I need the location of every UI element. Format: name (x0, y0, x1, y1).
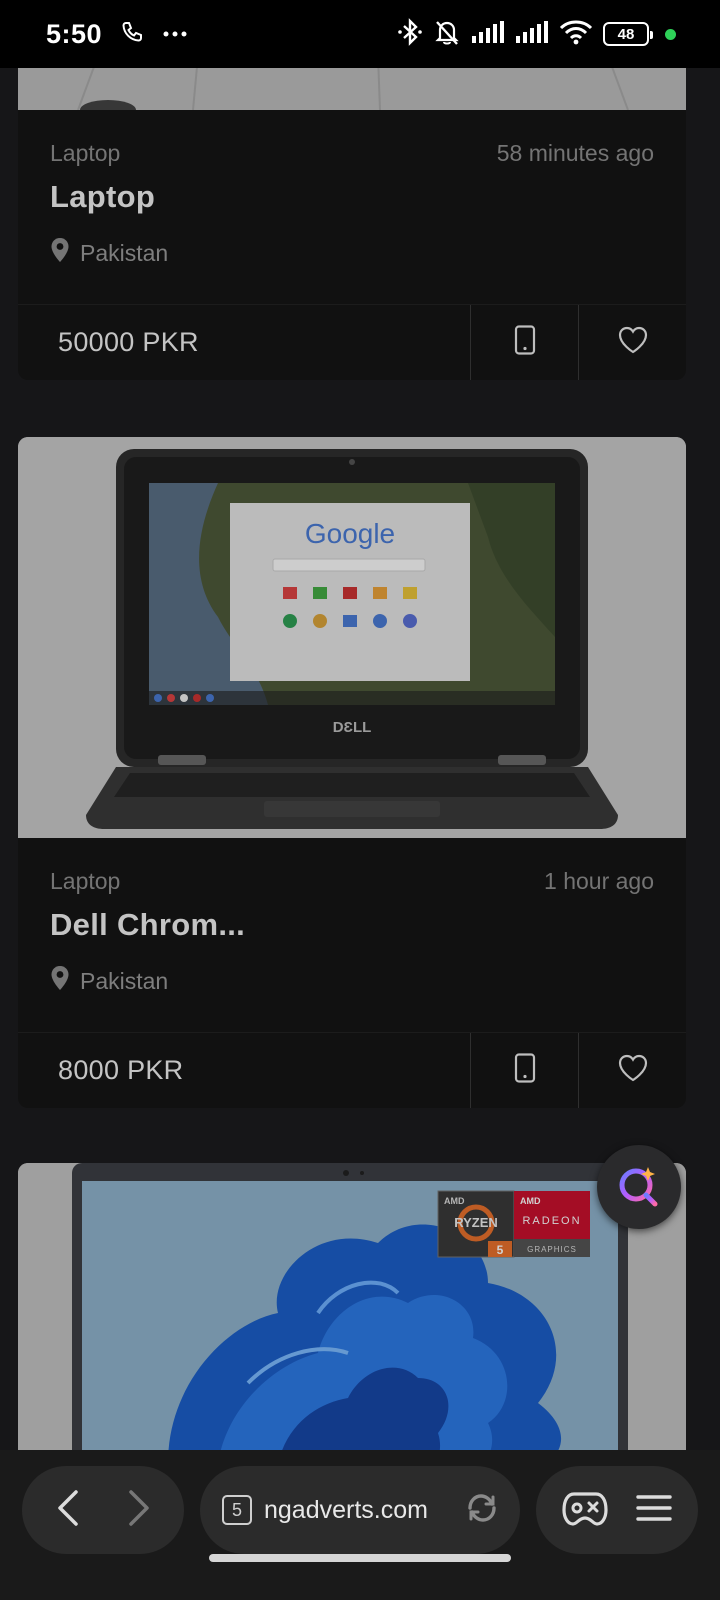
signal-icon (515, 20, 549, 49)
listing-title[interactable]: Dell Chrom... (50, 907, 654, 943)
ryzen-label: RYZEN (454, 1215, 498, 1230)
listing-time: 1 hour ago (544, 868, 654, 894)
location-pin-icon (50, 965, 70, 997)
graphics-label: GRAPHICS (527, 1245, 577, 1254)
status-bar: 5:50 48 (0, 0, 720, 68)
reload-icon[interactable] (466, 1492, 498, 1529)
signal-icon (471, 20, 505, 49)
listing-category: Laptop (50, 140, 121, 166)
amd-label: AMD (444, 1196, 465, 1206)
ai-search-button[interactable] (597, 1145, 681, 1229)
wifi-icon (559, 19, 593, 50)
ai-search-icon (615, 1161, 663, 1214)
mobile-phone-icon (514, 325, 536, 360)
more-icon (162, 25, 188, 43)
favorite-button[interactable] (578, 305, 686, 380)
listing-card[interactable]: AMD RYZEN 5 AMD RADEON GRAPHICS (18, 1163, 686, 1450)
game-controller-icon[interactable] (561, 1488, 608, 1533)
favorite-button[interactable] (578, 1033, 686, 1108)
battery-icon: 48 (603, 22, 653, 46)
brand-logo: DƐLL (333, 719, 372, 736)
hamburger-menu-icon[interactable] (635, 1492, 673, 1529)
listing-title[interactable]: Laptop (50, 179, 654, 215)
ryzen-series: 5 (497, 1243, 504, 1257)
menu-controls (536, 1466, 698, 1554)
call-button[interactable] (470, 305, 578, 380)
listing-info: Laptop 58 minutes ago Laptop Pakistan (18, 110, 686, 304)
listing-price: 50000 PKR (58, 327, 199, 357)
bluetooth-icon (397, 17, 423, 51)
navigation-controls (22, 1466, 184, 1554)
call-button[interactable] (470, 1033, 578, 1108)
screen-logo-text: Google (305, 518, 395, 549)
heart-icon (618, 1054, 648, 1087)
phone-icon (120, 20, 144, 49)
radeon-label: RADEON (522, 1215, 581, 1227)
listing-card[interactable]: Laptop 58 minutes ago Laptop Pakistan 50… (18, 68, 686, 380)
listings-feed[interactable]: Laptop 58 minutes ago Laptop Pakistan 50… (0, 68, 720, 1450)
home-indicator[interactable] (209, 1554, 511, 1562)
status-time: 5:50 (46, 18, 103, 49)
listing-footer: 8000 PKR (18, 1032, 686, 1108)
listing-price: 8000 PKR (58, 1055, 184, 1085)
privacy-indicator-dot (665, 28, 676, 40)
location-pin-icon (50, 237, 70, 269)
listing-location: Pakistan (80, 967, 169, 994)
listing-image[interactable]: AMD RYZEN 5 AMD RADEON GRAPHICS (18, 1163, 686, 1450)
back-button[interactable] (54, 1488, 84, 1533)
browser-toolbar: 5 ngadverts.com (0, 1450, 720, 1600)
mobile-phone-icon (514, 1053, 536, 1088)
listing-location: Pakistan (80, 239, 169, 266)
listing-info: Laptop 1 hour ago Dell Chrom... Pakistan (18, 838, 686, 1032)
listing-image[interactable] (18, 68, 686, 110)
listing-card[interactable]: Google DƐLL Laptop 1 hour ago Dell Chrom… (18, 437, 686, 1108)
forward-button[interactable] (123, 1488, 153, 1533)
amd-label: AMD (520, 1196, 541, 1206)
address-bar[interactable]: 5 ngadverts.com (200, 1466, 520, 1554)
url-text[interactable]: ngadverts.com (264, 1496, 454, 1525)
listing-image[interactable]: Google DƐLL (18, 437, 686, 838)
listing-category: Laptop (50, 868, 121, 894)
bell-muted-icon (433, 18, 461, 51)
tabs-button[interactable]: 5 (222, 1495, 252, 1525)
heart-icon (618, 326, 648, 359)
listing-footer: 50000 PKR (18, 304, 686, 380)
listing-time: 58 minutes ago (496, 140, 654, 166)
